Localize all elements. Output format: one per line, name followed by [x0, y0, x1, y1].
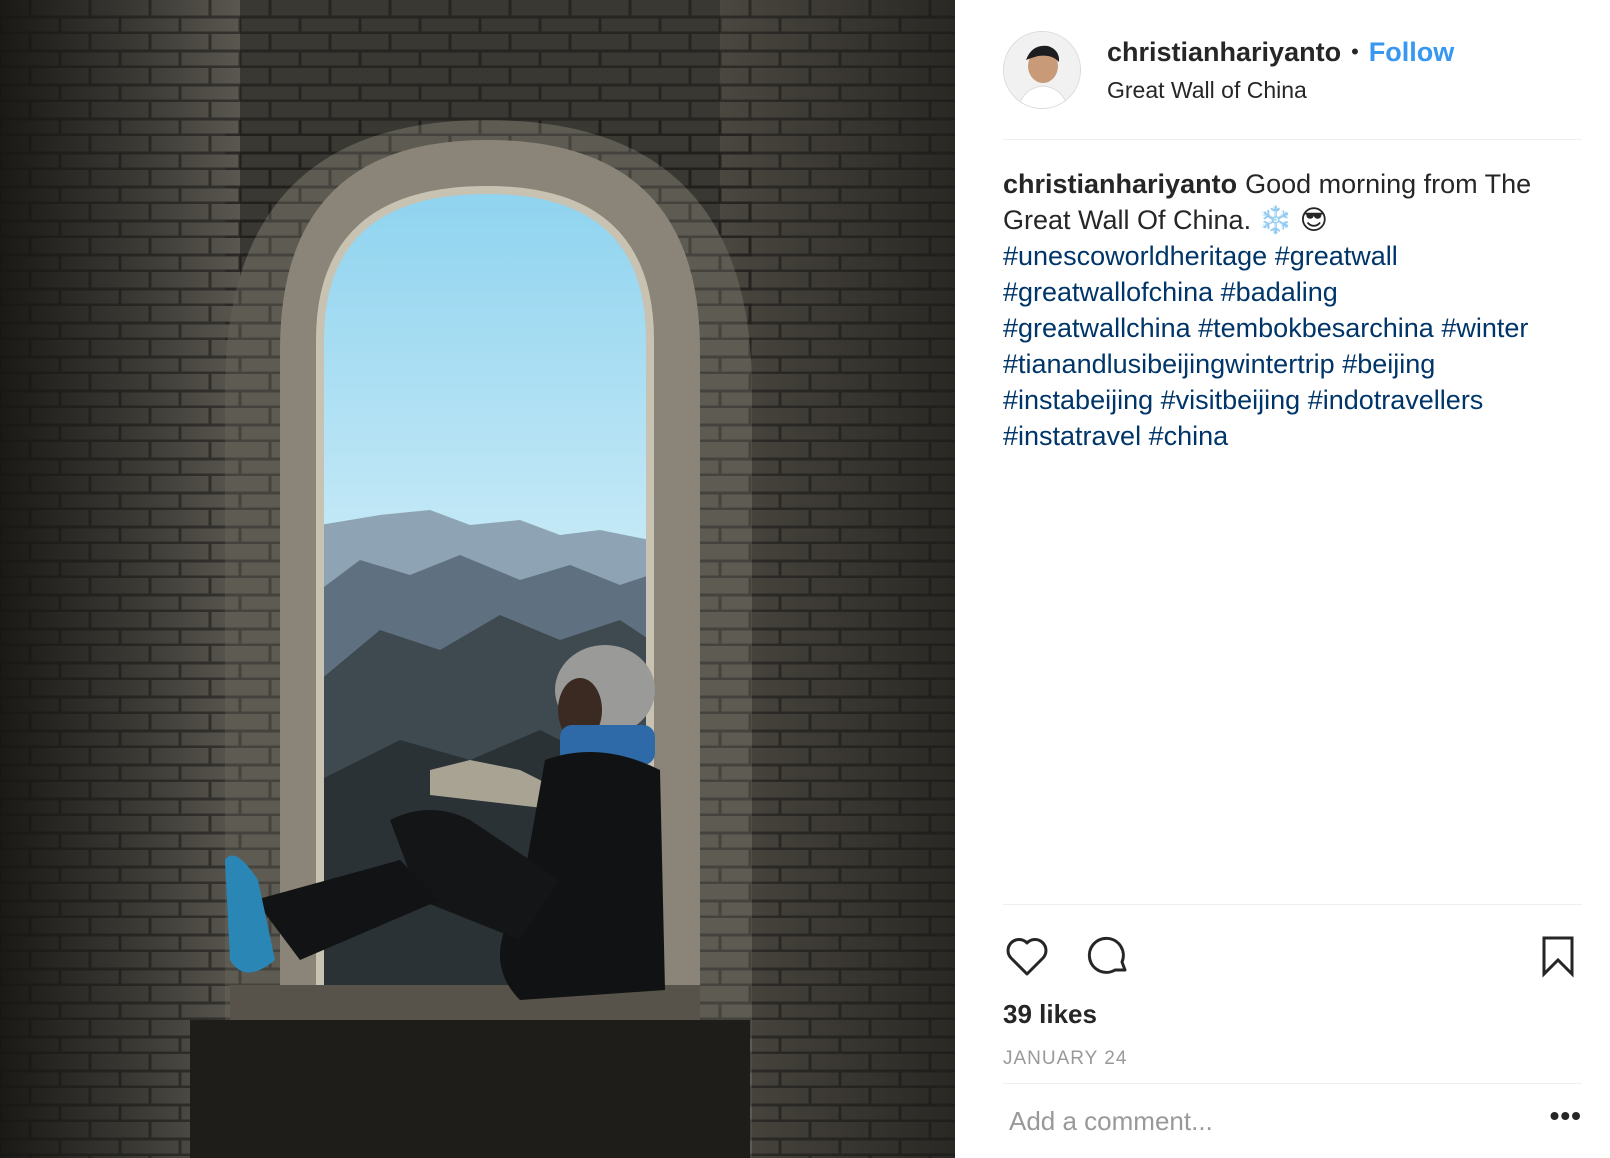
- hashtag-link[interactable]: #china: [1149, 421, 1229, 451]
- hashtag-link[interactable]: #instabeijing: [1003, 385, 1153, 415]
- caption-username[interactable]: christianhariyanto: [1003, 169, 1237, 199]
- bookmark-icon: [1542, 936, 1574, 978]
- header-text: christianhariyanto • Follow Great Wall o…: [1107, 35, 1454, 104]
- speech-bubble-icon: [1087, 936, 1127, 974]
- avatar[interactable]: [1003, 30, 1081, 109]
- like-button[interactable]: [1003, 932, 1051, 980]
- hashtag-link[interactable]: #badaling: [1221, 277, 1338, 307]
- instagram-post: christianhariyanto • Follow Great Wall o…: [0, 0, 1610, 1158]
- sunglasses-emoji: 😎: [1299, 205, 1328, 235]
- post-header: christianhariyanto • Follow Great Wall o…: [1003, 0, 1582, 140]
- hashtag-link[interactable]: #indotravellers: [1308, 385, 1484, 415]
- save-button[interactable]: [1534, 932, 1582, 980]
- post-actions: 39 likes JANUARY 24: [1003, 904, 1582, 1070]
- username-link[interactable]: christianhariyanto: [1107, 35, 1341, 69]
- hashtag-link[interactable]: #beijing: [1342, 349, 1435, 379]
- avatar-photo: [1004, 31, 1080, 108]
- post-details-panel: christianhariyanto • Follow Great Wall o…: [955, 0, 1610, 1158]
- separator-dot: •: [1351, 39, 1359, 64]
- comment-input[interactable]: [1003, 1105, 1550, 1137]
- hashtag-link[interactable]: #tianandlusibeijingwintertrip: [1003, 349, 1335, 379]
- hashtag-link[interactable]: #visitbeijing: [1161, 385, 1301, 415]
- location-link[interactable]: Great Wall of China: [1107, 77, 1454, 104]
- hashtag-link[interactable]: #greatwall: [1275, 241, 1398, 271]
- more-options-button[interactable]: •••: [1550, 1100, 1582, 1142]
- hashtag-link[interactable]: #instatravel: [1003, 421, 1141, 451]
- comment-bar: •••: [1003, 1083, 1582, 1158]
- heart-icon: [1006, 938, 1048, 976]
- comment-button[interactable]: [1085, 932, 1133, 980]
- header-line: christianhariyanto • Follow: [1107, 35, 1454, 69]
- action-row: [1003, 905, 1582, 999]
- hashtag-link[interactable]: #unescoworldheritage: [1003, 241, 1267, 271]
- hashtag-link[interactable]: #greatwallofchina: [1003, 277, 1213, 307]
- great-wall-window-photo: [0, 0, 955, 1158]
- post-date[interactable]: JANUARY 24: [1003, 1048, 1582, 1070]
- snowflake-emoji: ❄️: [1258, 205, 1293, 235]
- post-caption: christianhariyanto Good morning from The …: [1003, 140, 1582, 454]
- hashtag-link[interactable]: #winter: [1441, 313, 1528, 343]
- likes-count[interactable]: 39 likes: [1003, 999, 1582, 1030]
- hashtag-link[interactable]: #greatwallchina: [1003, 313, 1191, 343]
- post-photo[interactable]: [0, 0, 955, 1158]
- hashtag-link[interactable]: #tembokbesarchina: [1198, 313, 1434, 343]
- follow-button[interactable]: Follow: [1369, 35, 1454, 69]
